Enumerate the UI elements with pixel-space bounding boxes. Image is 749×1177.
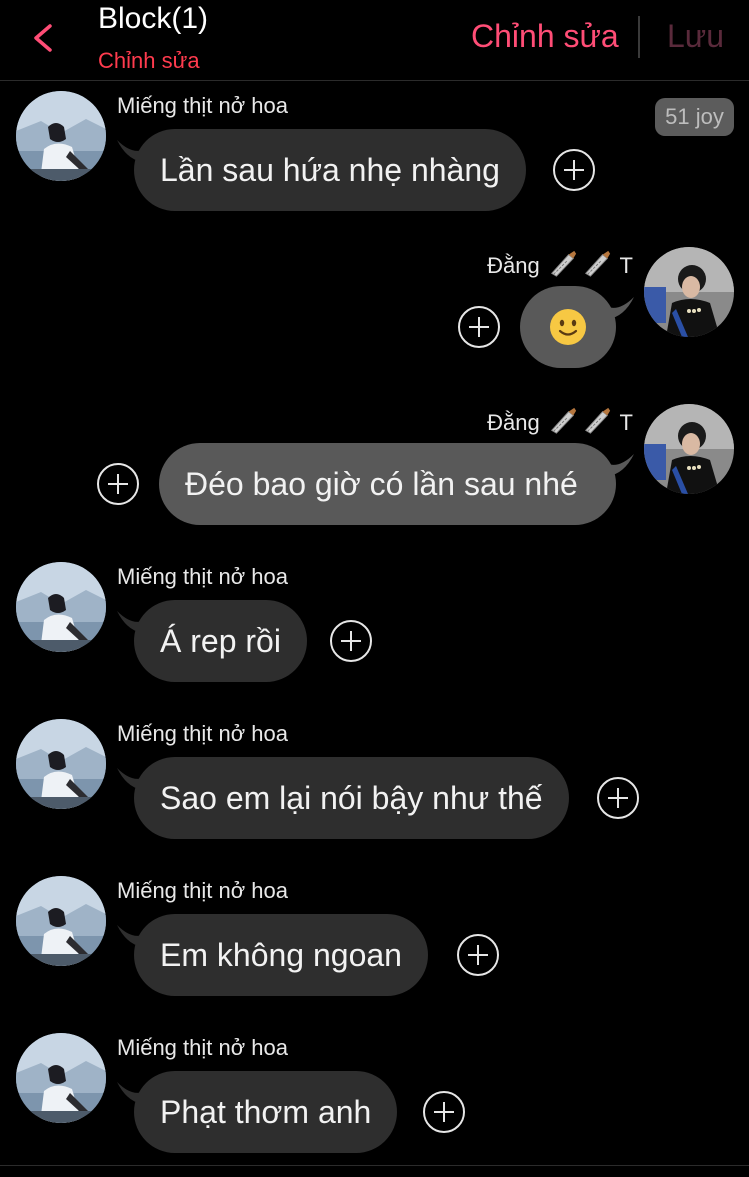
message-bubble[interactable]: Em không ngoan [134, 914, 428, 996]
sender-name: Miếng thịt nở hoa [117, 721, 288, 746]
add-reaction-button[interactable] [458, 306, 500, 348]
chat-title: Block(1) [98, 2, 209, 35]
saw-icon [551, 250, 577, 277]
sender-name: Đằng [487, 253, 540, 278]
slightly-smiling-face-icon [550, 309, 586, 345]
chat-subtitle: Chỉnh sửa [98, 48, 200, 73]
save-button[interactable]: Lưu [667, 18, 724, 55]
message-bubble[interactable]: Phạt thơm anh [134, 1071, 398, 1153]
header-divider [638, 16, 640, 58]
sender-avatar[interactable] [16, 1033, 106, 1123]
message-bubble[interactable]: Sao em lại nói bậy như thế [134, 757, 569, 839]
sender-avatar[interactable] [16, 91, 106, 181]
message-bubble[interactable] [520, 286, 616, 368]
message-bubble[interactable]: Đéo bao giờ có lần sau nhé [159, 443, 616, 525]
bottom-divider [0, 1165, 749, 1166]
add-reaction-button[interactable] [457, 934, 499, 976]
add-reaction-button[interactable] [553, 149, 595, 191]
sender-name: Miếng thịt nở hoa [117, 1035, 288, 1060]
sender-suffix: T [619, 253, 633, 278]
sender-name: Miếng thịt nở hoa [117, 93, 288, 118]
add-reaction-button[interactable] [330, 620, 372, 662]
joy-badge: 51 joy [655, 98, 734, 136]
back-chevron-icon[interactable] [26, 20, 62, 56]
message-bubble[interactable]: Á rep rồi [134, 600, 307, 682]
saw-icon [585, 250, 611, 277]
sender-name-row: Đằng T [487, 406, 633, 436]
sender-avatar[interactable] [644, 247, 734, 337]
sender-name: Miếng thịt nở hoa [117, 878, 288, 903]
sender-avatar[interactable] [16, 876, 106, 966]
sender-avatar[interactable] [644, 404, 734, 494]
chat-header: Block(1) Chỉnh sửa Chỉnh sửa Lưu [0, 0, 749, 81]
sender-name-row: Đằng T [487, 249, 633, 279]
sender-name: Đằng [487, 410, 540, 435]
add-reaction-button[interactable] [597, 777, 639, 819]
saw-icon [585, 407, 611, 434]
sender-avatar[interactable] [16, 719, 106, 809]
edit-button[interactable]: Chỉnh sửa [471, 18, 619, 55]
sender-suffix: T [619, 410, 633, 435]
add-reaction-button[interactable] [423, 1091, 465, 1133]
sender-avatar[interactable] [16, 562, 106, 652]
add-reaction-button[interactable] [97, 463, 139, 505]
message-bubble[interactable]: Lần sau hứa nhẹ nhàng [134, 129, 526, 211]
sender-name: Miếng thịt nở hoa [117, 564, 288, 589]
saw-icon [551, 407, 577, 434]
